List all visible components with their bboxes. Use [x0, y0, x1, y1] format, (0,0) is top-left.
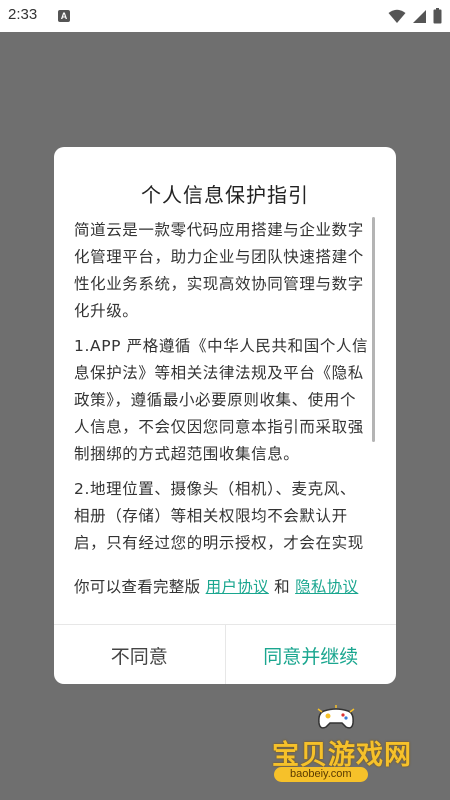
disagree-button[interactable]: 不同意: [54, 625, 226, 684]
notification-badge-icon: A: [58, 10, 70, 22]
agree-continue-button[interactable]: 同意并继续: [226, 625, 397, 684]
agreements-line: 你可以查看完整版 用户协议 和 隐私协议: [74, 575, 384, 597]
dialog-content-scroll[interactable]: 简道云是一款零代码应用搭建与企业数字化管理平台，助力企业与团队快速搭建个性化业务…: [74, 217, 370, 553]
gamepad-icon: [317, 705, 355, 729]
signal-icon: [413, 9, 426, 23]
status-time: 2:33: [8, 6, 38, 23]
dialog-title: 个人信息保护指引: [141, 183, 309, 207]
content-paragraph-1: 简道云是一款零代码应用搭建与企业数字化管理平台，助力企业与团队快速搭建个性化业务…: [74, 221, 364, 320]
agreements-conjunction: 和: [274, 578, 290, 596]
privacy-policy-link[interactable]: 隐私协议: [295, 578, 358, 596]
status-bar: 2:33 A: [0, 0, 450, 32]
content-scrollbar[interactable]: [372, 217, 375, 442]
watermark-url: baobeiy.com: [274, 767, 368, 782]
user-agreement-link[interactable]: 用户协议: [206, 578, 269, 596]
content-paragraph-2: 1.APP 严格遵循《中华人民共和国个人信息保护法》等相关法律法规及平台《隐私政…: [74, 337, 369, 463]
battery-icon: [433, 8, 442, 24]
content-paragraph-3: 2.地理位置、摄像头（相机）、麦克风、相册（存储）等相关权限均不会默认开启，只有…: [74, 480, 364, 552]
site-watermark: 宝贝游戏网 baobeiy.com: [272, 705, 422, 785]
agreements-prefix: 你可以查看完整版: [74, 578, 201, 596]
status-icons: [388, 8, 442, 24]
dialog-button-row: 不同意 同意并继续: [54, 624, 396, 684]
wifi-icon: [388, 9, 406, 23]
privacy-dialog: 个人信息保护指引 简道云是一款零代码应用搭建与企业数字化管理平台，助力企业与团队…: [54, 147, 396, 684]
